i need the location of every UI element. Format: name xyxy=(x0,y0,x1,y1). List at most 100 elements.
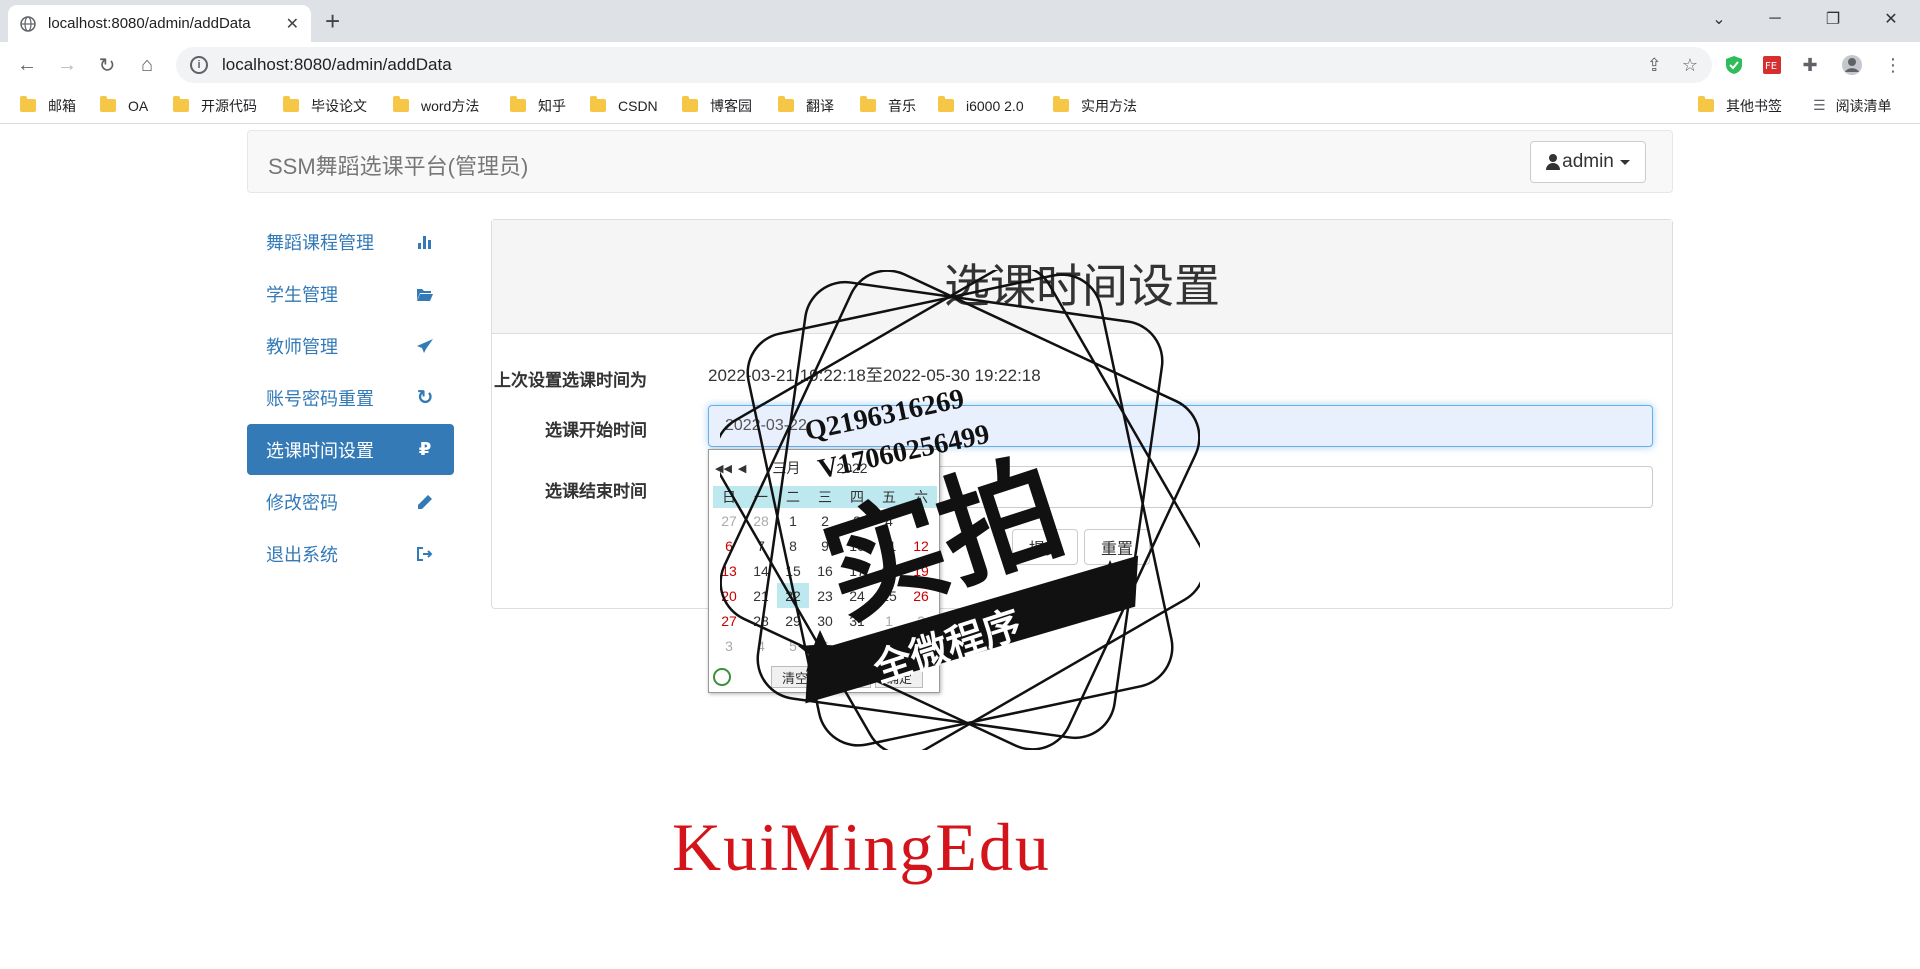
sidebar-item-change-password[interactable]: 修改密码 xyxy=(247,476,454,527)
calendar-day[interactable]: 27 xyxy=(713,508,745,533)
restore-button[interactable]: ❐ xyxy=(1810,0,1856,38)
calendar-day[interactable]: 28 xyxy=(745,508,777,533)
bookmark-folder[interactable]: CSDN xyxy=(590,96,658,114)
sidebar-item-logout[interactable]: 退出系统 xyxy=(247,528,454,579)
today-button[interactable]: 今天 xyxy=(823,666,872,688)
calendar-day[interactable]: 3 xyxy=(713,633,745,658)
home-icon[interactable]: ⌂ xyxy=(133,51,161,79)
calendar-day[interactable]: 12 xyxy=(905,533,937,558)
reading-list[interactable]: ☰ 阅读清单 xyxy=(1813,96,1892,116)
back-icon[interactable]: ← xyxy=(13,51,41,79)
sidebar-item-reset-password[interactable]: 账号密码重置 ↻ xyxy=(247,372,454,423)
bookmark-folder[interactable]: word方法 xyxy=(393,96,479,116)
extensions-puzzle-icon[interactable]: ✚ xyxy=(1799,54,1821,76)
calendar-day[interactable]: 4 xyxy=(873,508,905,533)
sidebar-item-students[interactable]: 学生管理 xyxy=(247,268,454,319)
calendar-day[interactable]: 10 xyxy=(841,533,873,558)
calendar-day[interactable]: 21 xyxy=(745,583,777,608)
calendar-day[interactable]: 6 xyxy=(713,533,745,558)
calendar-week-row: 27 28 1 2 3 4 5 xyxy=(713,508,937,533)
calendar-day[interactable]: 2 xyxy=(809,508,841,533)
address-bar[interactable]: i localhost:8080/admin/addData ⇪ ☆ xyxy=(176,47,1712,83)
fe-extension-icon[interactable]: FE xyxy=(1761,54,1783,76)
calendar-day[interactable]: 9 xyxy=(809,533,841,558)
close-window-button[interactable]: ✕ xyxy=(1868,0,1914,38)
minimize-button[interactable]: ─ xyxy=(1752,0,1798,38)
prev-month-icon[interactable]: ◀ xyxy=(738,462,746,475)
calendar-day[interactable]: 20 xyxy=(713,583,745,608)
weekday-header: 二 xyxy=(777,486,809,508)
site-info-icon[interactable]: i xyxy=(190,56,208,74)
bookmark-folder[interactable]: 开源代码 xyxy=(173,96,257,116)
calendar-day[interactable]: 14 xyxy=(745,558,777,583)
calendar-day[interactable]: 4 xyxy=(745,633,777,658)
profile-avatar-icon[interactable] xyxy=(1841,54,1863,76)
course-time-panel: 选课时间设置 上次设置选课时间为 2022-03-21 19:22:18至202… xyxy=(491,219,1673,609)
shield-extension-icon[interactable] xyxy=(1723,54,1745,76)
calendar-day[interactable]: 2 xyxy=(905,608,937,633)
reset-button[interactable]: 重置 xyxy=(1084,529,1151,565)
bookmark-folder[interactable]: i6000 2.0 xyxy=(938,96,1024,114)
calendar-day[interactable]: 9 xyxy=(905,633,937,658)
share-icon[interactable]: ⇪ xyxy=(1647,55,1662,76)
sidebar-item-course-time[interactable]: 选课时间设置 ₽ xyxy=(247,424,454,475)
calendar-day[interactable]: 19 xyxy=(905,558,937,583)
calendar-day[interactable]: 8 xyxy=(777,533,809,558)
user-menu-button[interactable]: admin xyxy=(1530,141,1646,183)
clear-date-button[interactable]: 清空 xyxy=(771,666,820,688)
year-select[interactable]: 2022 xyxy=(836,460,867,476)
bookmark-folder[interactable]: 翻译 xyxy=(778,96,834,116)
confirm-date-button[interactable]: 确定 xyxy=(875,666,924,688)
new-tab-button[interactable]: + xyxy=(325,6,340,36)
bookmark-folder[interactable]: 实用方法 xyxy=(1053,96,1137,116)
sidebar-item-dance-courses[interactable]: 舞蹈课程管理 xyxy=(247,216,454,267)
calendar-day[interactable]: 6 xyxy=(809,633,841,658)
browser-tab[interactable]: localhost:8080/admin/addData ✕ xyxy=(8,5,311,42)
weekday-header: 六 xyxy=(905,486,937,508)
calendar-day[interactable]: 11 xyxy=(873,533,905,558)
calendar-day[interactable]: 18 xyxy=(873,558,905,583)
calendar-day[interactable]: 3 xyxy=(841,508,873,533)
calendar-day[interactable]: 31 xyxy=(841,608,873,633)
calendar-day[interactable]: 7 xyxy=(841,633,873,658)
calendar-day[interactable]: 29 xyxy=(777,608,809,633)
start-time-input[interactable]: 2022-03-22 xyxy=(708,405,1653,447)
reload-icon[interactable]: ↻ xyxy=(93,51,121,79)
calendar-day[interactable]: 13 xyxy=(713,558,745,583)
calendar-day[interactable]: 1 xyxy=(873,608,905,633)
prev-year-icon[interactable]: ◀◀ xyxy=(715,462,732,475)
calendar-day[interactable]: 25 xyxy=(873,583,905,608)
bookmark-folder[interactable]: 音乐 xyxy=(860,96,916,116)
bookmark-star-icon[interactable]: ☆ xyxy=(1682,55,1698,76)
menu-kebab-icon[interactable]: ⋮ xyxy=(1882,54,1904,76)
calendar-day[interactable]: 15 xyxy=(777,558,809,583)
calendar-day[interactable]: 28 xyxy=(745,608,777,633)
calendar-day[interactable]: 5 xyxy=(777,633,809,658)
bookmark-folder[interactable]: OA xyxy=(100,96,148,114)
tab-search-icon[interactable]: ⌄ xyxy=(1696,0,1742,38)
calendar-day[interactable]: 17 xyxy=(841,558,873,583)
submit-button[interactable]: 提交 xyxy=(1012,529,1079,565)
calendar-day[interactable]: 26 xyxy=(905,583,937,608)
calendar-day[interactable]: 23 xyxy=(809,583,841,608)
calendar-day[interactable]: 24 xyxy=(841,583,873,608)
calendar-day[interactable]: 7 xyxy=(745,533,777,558)
forward-icon[interactable]: → xyxy=(53,51,81,79)
calendar-day[interactable]: 22 xyxy=(777,583,809,608)
calendar-day[interactable]: 30 xyxy=(809,608,841,633)
bookmark-folder[interactable]: 邮箱 xyxy=(20,96,76,116)
clock-icon[interactable] xyxy=(713,668,731,686)
month-select[interactable]: 三月 xyxy=(772,458,800,478)
tab-close-icon[interactable]: ✕ xyxy=(286,14,299,34)
calendar-day[interactable]: 16 xyxy=(809,558,841,583)
calendar-day[interactable]: 5 xyxy=(905,508,937,533)
bookmark-folder[interactable]: 毕设论文 xyxy=(283,96,367,116)
bookmark-folder[interactable]: 知乎 xyxy=(510,96,566,116)
other-bookmarks[interactable]: 其他书签 xyxy=(1698,96,1782,116)
calendar-day[interactable]: 27 xyxy=(713,608,745,633)
calendar-day[interactable]: 1 xyxy=(777,508,809,533)
calendar-day[interactable]: 8 xyxy=(873,633,905,658)
brand-title[interactable]: SSM舞蹈选课平台(管理员) xyxy=(268,149,528,181)
bookmark-folder[interactable]: 博客园 xyxy=(682,96,752,116)
sidebar-item-teachers[interactable]: 教师管理 xyxy=(247,320,454,371)
